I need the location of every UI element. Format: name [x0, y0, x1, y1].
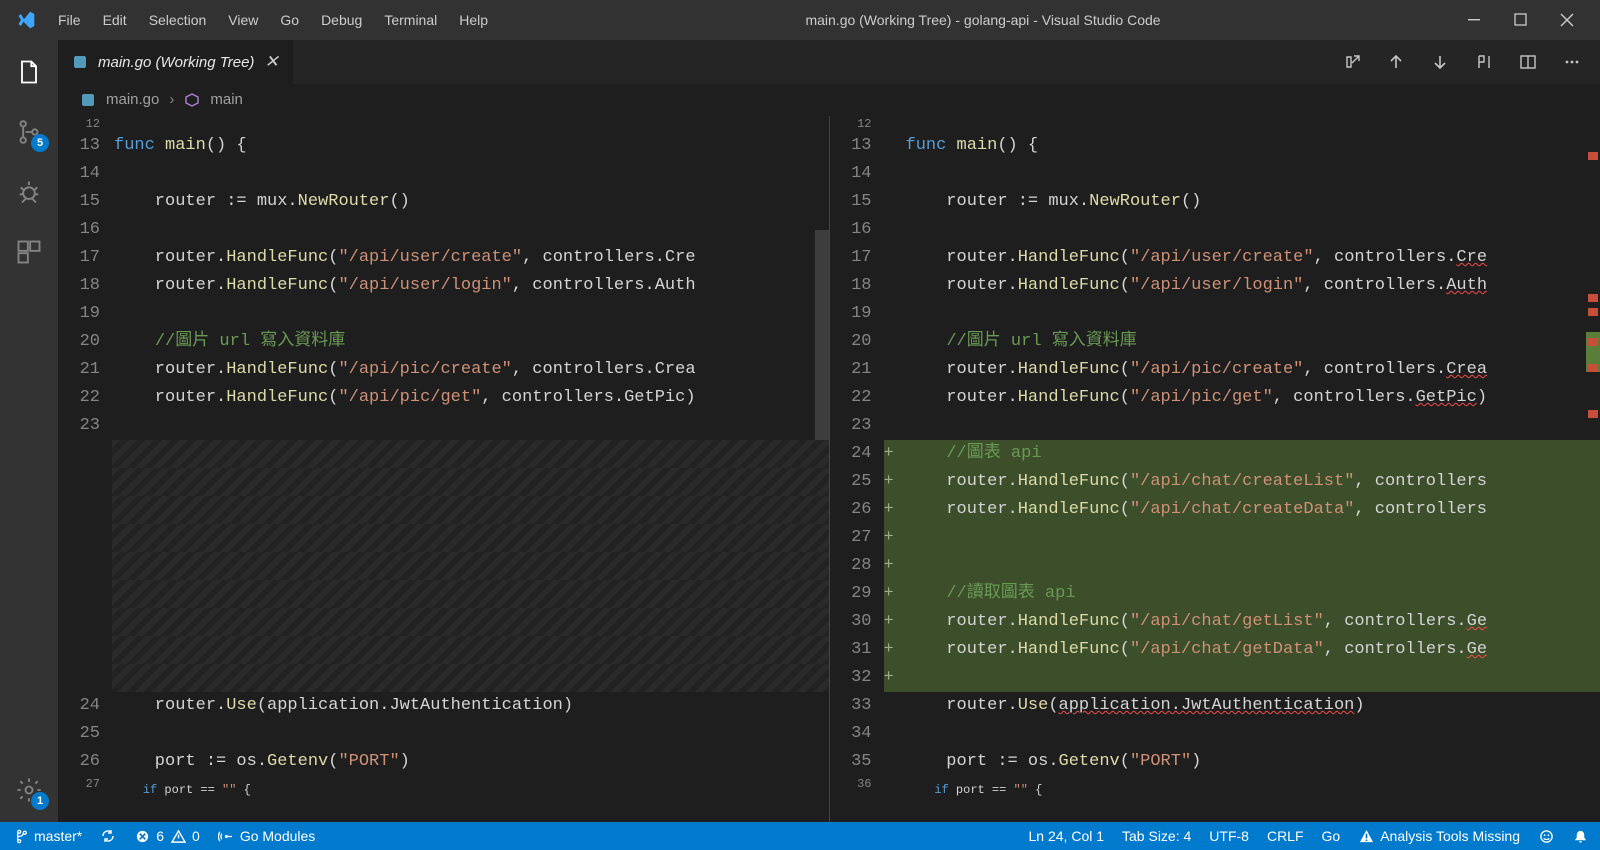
menu-terminal[interactable]: Terminal — [374, 8, 447, 32]
window-controls — [1468, 13, 1590, 27]
status-analysis[interactable]: Analysis Tools Missing — [1358, 828, 1520, 844]
source-control-icon[interactable]: 5 — [15, 118, 43, 146]
diff-original-pane[interactable]: 12131415161718192021222324252627 func ma… — [58, 116, 829, 822]
scm-badge: 5 — [31, 134, 49, 152]
warning-icon — [170, 828, 186, 844]
status-branch[interactable]: master* — [12, 828, 82, 844]
breadcrumb-symbol[interactable]: main — [210, 91, 243, 108]
more-actions-icon[interactable] — [1562, 52, 1582, 72]
tab-label: main.go (Working Tree) — [98, 54, 254, 71]
arrow-down-icon[interactable] — [1430, 52, 1450, 72]
window-title: main.go (Working Tree) - golang-api - Vi… — [498, 12, 1468, 28]
diff-modified-pane[interactable]: 1213141516171819202122232425262728293031… — [829, 116, 1600, 822]
status-problems[interactable]: 6 0 — [134, 828, 200, 844]
sync-icon — [100, 828, 116, 844]
scrollbar[interactable] — [815, 230, 829, 440]
menu-help[interactable]: Help — [449, 8, 498, 32]
status-bar: master* 6 0 Go Modules Ln 24, Col 1 Tab … — [0, 822, 1600, 850]
minimize-button[interactable] — [1468, 13, 1486, 27]
go-file-icon — [72, 54, 88, 70]
status-eol[interactable]: CRLF — [1267, 828, 1304, 844]
vscode-logo-icon — [16, 10, 36, 30]
status-feedback[interactable] — [1538, 828, 1554, 844]
menu-file[interactable]: File — [48, 8, 91, 32]
arrow-up-icon[interactable] — [1386, 52, 1406, 72]
go-file-icon — [80, 92, 96, 108]
smiley-icon — [1538, 828, 1554, 844]
menu-bar: FileEditSelectionViewGoDebugTerminalHelp — [48, 8, 498, 32]
tab-main-go[interactable]: main.go (Working Tree) ✕ — [58, 40, 294, 84]
status-indent[interactable]: Tab Size: 4 — [1122, 828, 1191, 844]
editor-area: main.go (Working Tree) ✕ main.go › — [58, 40, 1600, 822]
symbol-function-icon — [184, 92, 200, 108]
maximize-button[interactable] — [1514, 13, 1532, 27]
open-changes-icon[interactable] — [1342, 52, 1362, 72]
settings-badge: 1 — [31, 792, 49, 810]
status-cursor[interactable]: Ln 24, Col 1 — [1029, 828, 1105, 844]
chevron-right-icon: › — [169, 91, 174, 108]
split-editor-icon[interactable] — [1518, 52, 1538, 72]
menu-debug[interactable]: Debug — [311, 8, 372, 32]
status-sync[interactable] — [100, 828, 116, 844]
debug-icon[interactable] — [15, 178, 43, 206]
whitespace-icon[interactable] — [1474, 52, 1494, 72]
extensions-icon[interactable] — [15, 238, 43, 266]
bell-icon — [1572, 828, 1588, 844]
menu-edit[interactable]: Edit — [93, 8, 137, 32]
diff-editor: 12131415161718192021222324252627 func ma… — [58, 116, 1600, 822]
status-go-modules[interactable]: Go Modules — [218, 828, 315, 844]
title-bar: FileEditSelectionViewGoDebugTerminalHelp… — [0, 0, 1600, 40]
settings-gear-icon[interactable]: 1 — [15, 776, 43, 804]
explorer-icon[interactable] — [15, 58, 43, 86]
menu-go[interactable]: Go — [270, 8, 309, 32]
error-icon — [134, 828, 150, 844]
broadcast-icon — [218, 828, 234, 844]
breadcrumb-file[interactable]: main.go — [106, 91, 159, 108]
warning-icon — [1358, 828, 1374, 844]
breadcrumb[interactable]: main.go › main — [58, 84, 1600, 116]
menu-view[interactable]: View — [218, 8, 268, 32]
overview-ruler — [1584, 116, 1600, 822]
close-button[interactable] — [1560, 13, 1578, 27]
editor-actions — [1324, 40, 1600, 84]
menu-selection[interactable]: Selection — [139, 8, 217, 32]
activity-bar: 5 1 — [0, 40, 58, 822]
tab-close-icon[interactable]: ✕ — [264, 52, 278, 72]
status-language[interactable]: Go — [1322, 828, 1341, 844]
status-notifications[interactable] — [1572, 828, 1588, 844]
git-branch-icon — [12, 828, 28, 844]
tab-bar: main.go (Working Tree) ✕ — [58, 40, 1600, 84]
status-encoding[interactable]: UTF-8 — [1209, 828, 1249, 844]
